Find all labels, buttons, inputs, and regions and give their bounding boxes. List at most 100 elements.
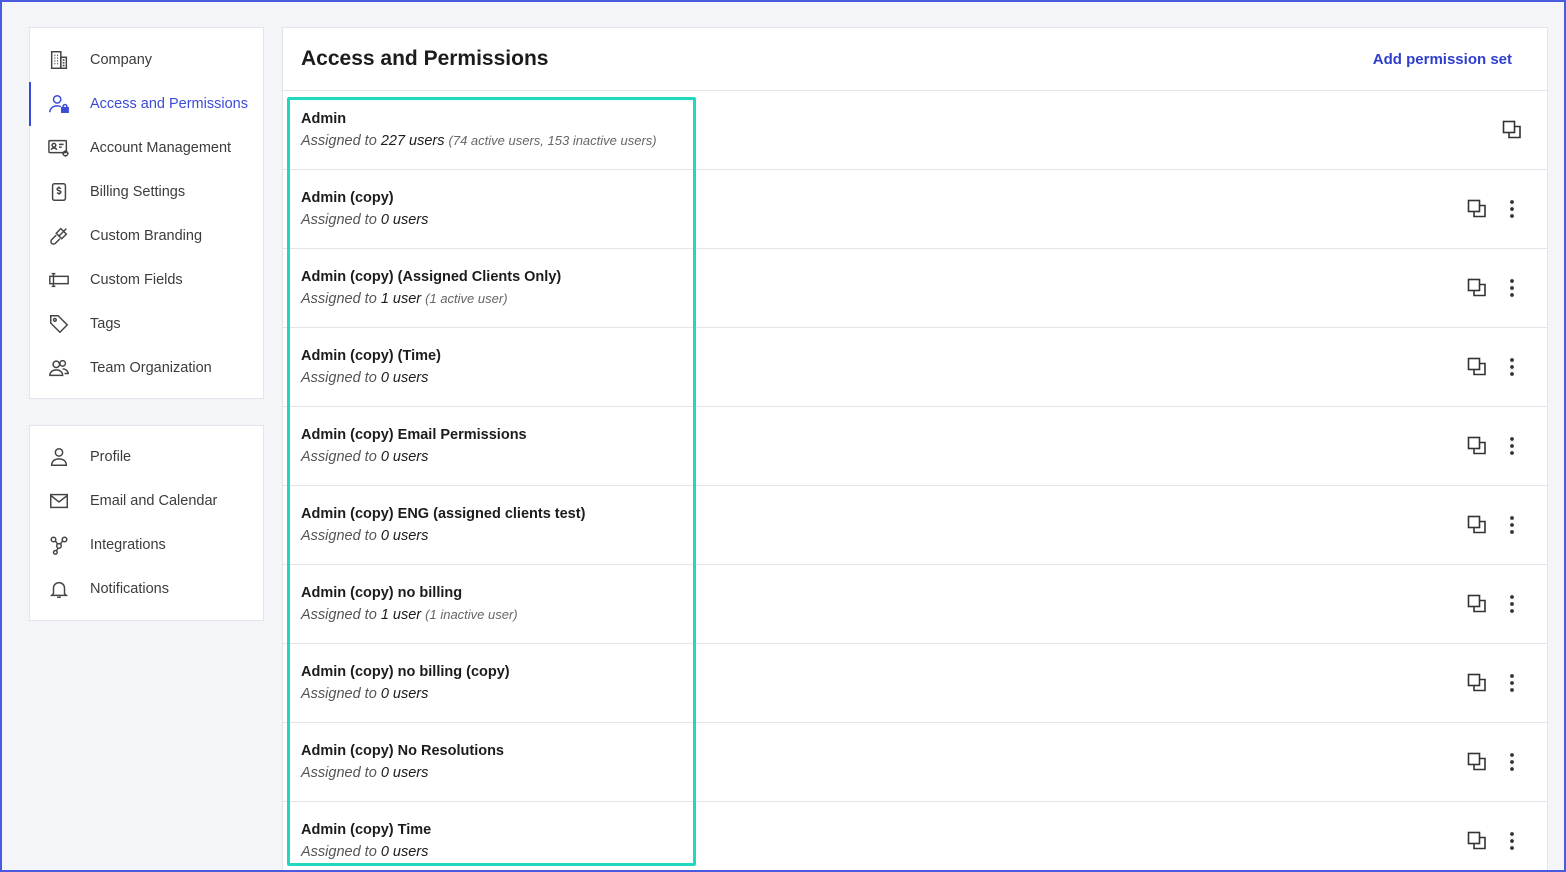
permission-set-name[interactable]: Admin (copy) No Resolutions <box>301 743 504 759</box>
assigned-count: 0 users <box>380 370 429 386</box>
assigned-prefix: Assigned to <box>301 765 377 781</box>
bell-icon <box>46 576 72 602</box>
duplicate-icon[interactable] <box>1466 751 1488 773</box>
assigned-detail: (74 active users, 153 inactive users) <box>448 133 657 148</box>
sidebar-item-profile[interactable]: Profile <box>30 435 263 479</box>
sidebar-item-label: Tags <box>90 316 121 332</box>
assigned-detail: (1 inactive user) <box>425 607 518 622</box>
sidebar-item-label: Custom Fields <box>90 272 183 288</box>
sidebar-item-team[interactable]: Team Organization <box>30 346 263 390</box>
permission-set-name[interactable]: Admin (copy) Email Permissions <box>301 427 527 443</box>
more-options-icon[interactable] <box>1501 751 1523 773</box>
sidebar-item-label: Notifications <box>90 581 169 597</box>
assigned-count: 1 user <box>380 607 422 623</box>
sidebar-item-tags[interactable]: Tags <box>30 302 263 346</box>
permission-set-info: Admin (copy) Assigned to 0 users <box>301 190 428 228</box>
user-lock-icon <box>46 91 72 117</box>
more-options-icon[interactable] <box>1501 672 1523 694</box>
permission-set-row[interactable]: Admin (copy) no billing (copy) Assigned t… <box>283 644 1547 723</box>
permission-set-name[interactable]: Admin (copy) no billing (copy) <box>301 664 510 680</box>
assigned-prefix: Assigned to <box>301 607 377 623</box>
permission-set-info: Admin Assigned to 227 users (74 active us… <box>301 111 657 149</box>
sidebar-item-account[interactable]: Account Management <box>30 126 263 170</box>
assigned-count: 0 users <box>380 212 429 228</box>
panel-header: Access and Permissions Add permission se… <box>283 28 1547 91</box>
assigned-prefix: Assigned to <box>301 686 377 702</box>
duplicate-icon[interactable] <box>1466 277 1488 299</box>
sidebar-item-branding[interactable]: Custom Branding <box>30 214 263 258</box>
permission-set-info: Admin (copy) ENG (assigned clients test)… <box>301 506 585 544</box>
permission-set-name[interactable]: Admin (copy) <box>301 190 428 206</box>
permission-set-row[interactable]: Admin (copy) Time Assigned to 0 users <box>283 802 1547 872</box>
assigned-count: 0 users <box>380 449 429 465</box>
permission-set-info: Admin (copy) Email Permissions Assigned t… <box>301 427 527 465</box>
duplicate-icon[interactable] <box>1501 119 1523 141</box>
permission-set-name[interactable]: Admin <box>301 111 657 127</box>
permission-set-row[interactable]: Admin (copy) (Assigned Clients Only) Assi… <box>283 249 1547 328</box>
permission-set-info: Admin (copy) (Time) Assigned to 0 users <box>301 348 441 386</box>
assigned-prefix: Assigned to <box>301 133 377 149</box>
assigned-users-text: Assigned to 0 users <box>301 844 431 860</box>
permission-set-row[interactable]: Admin (copy) No Resolutions Assigned to 0… <box>283 723 1547 802</box>
duplicate-icon[interactable] <box>1466 198 1488 220</box>
assigned-users-text: Assigned to 0 users <box>301 449 527 465</box>
id-card-gear-icon <box>46 135 72 161</box>
settings-nav-secondary: Profile Email and Calendar Integrations Not… <box>29 425 264 621</box>
assigned-prefix: Assigned to <box>301 449 377 465</box>
duplicate-icon[interactable] <box>1466 514 1488 536</box>
permission-set-name[interactable]: Admin (copy) Time <box>301 822 431 838</box>
permission-set-name[interactable]: Admin (copy) ENG (assigned clients test) <box>301 506 585 522</box>
sidebar-item-label: Access and Permissions <box>90 96 248 112</box>
permission-set-name[interactable]: Admin (copy) no billing <box>301 585 518 601</box>
permission-set-row[interactable]: Admin (copy) Email Permissions Assigned t… <box>283 407 1547 486</box>
duplicate-icon[interactable] <box>1466 830 1488 852</box>
more-options-icon[interactable] <box>1501 198 1523 220</box>
permission-set-row[interactable]: Admin (copy) (Time) Assigned to 0 users <box>283 328 1547 407</box>
permission-set-row[interactable]: Admin (copy) ENG (assigned clients test)… <box>283 486 1547 565</box>
more-options-icon[interactable] <box>1501 435 1523 457</box>
more-options-icon[interactable] <box>1501 830 1523 852</box>
assigned-users-text: Assigned to 0 users <box>301 370 441 386</box>
envelope-icon <box>46 488 72 514</box>
sidebar-item-billing[interactable]: Billing Settings <box>30 170 263 214</box>
sidebar-item-notifications[interactable]: Notifications <box>30 567 263 611</box>
more-options-icon[interactable] <box>1501 277 1523 299</box>
permission-set-name[interactable]: Admin (copy) (Assigned Clients Only) <box>301 269 561 285</box>
tag-icon <box>46 311 72 337</box>
sidebar-item-fields[interactable]: Custom Fields <box>30 258 263 302</box>
more-options-icon[interactable] <box>1501 356 1523 378</box>
sidebar-item-label: Integrations <box>90 537 166 553</box>
permissions-panel: Access and Permissions Add permission se… <box>282 27 1548 872</box>
duplicate-icon[interactable] <box>1466 672 1488 694</box>
assigned-prefix: Assigned to <box>301 528 377 544</box>
permission-set-info: Admin (copy) no billing Assigned to 1 use… <box>301 585 518 623</box>
sidebar-item-integrations[interactable]: Integrations <box>30 523 263 567</box>
assigned-prefix: Assigned to <box>301 291 377 307</box>
sidebar-item-access[interactable]: Access and Permissions <box>29 82 263 126</box>
assigned-count: 227 users <box>380 133 445 149</box>
permission-set-row[interactable]: Admin Assigned to 227 users (74 active us… <box>283 91 1547 170</box>
assigned-users-text: Assigned to 1 user (1 inactive user) <box>301 607 518 623</box>
assigned-users-text: Assigned to 227 users (74 active users, … <box>301 133 657 149</box>
permission-set-row[interactable]: Admin (copy) no billing Assigned to 1 use… <box>283 565 1547 644</box>
more-options-icon[interactable] <box>1501 514 1523 536</box>
sidebar-item-label: Company <box>90 52 153 68</box>
duplicate-icon[interactable] <box>1466 435 1488 457</box>
more-options-icon[interactable] <box>1501 593 1523 615</box>
duplicate-icon[interactable] <box>1466 593 1488 615</box>
sidebar-item-email[interactable]: Email and Calendar <box>30 479 263 523</box>
sidebar-item-label: Team Organization <box>90 360 212 376</box>
sidebar-item-label: Email and Calendar <box>90 493 218 509</box>
sidebar-item-company[interactable]: Company <box>30 38 263 82</box>
add-permission-set-button[interactable]: Add permission set <box>1373 51 1512 68</box>
settings-nav-primary: Company Access and Permissions Account Man… <box>29 27 264 399</box>
permission-set-row[interactable]: Admin (copy) Assigned to 0 users <box>283 170 1547 249</box>
assigned-count: 0 users <box>380 765 429 781</box>
brush-icon <box>46 223 72 249</box>
users-icon <box>46 355 72 381</box>
duplicate-icon[interactable] <box>1466 356 1488 378</box>
permission-set-name[interactable]: Admin (copy) (Time) <box>301 348 441 364</box>
sidebar-item-label: Billing Settings <box>90 184 186 200</box>
permission-set-info: Admin (copy) no billing (copy) Assigned t… <box>301 664 510 702</box>
permission-set-info: Admin (copy) Time Assigned to 0 users <box>301 822 431 860</box>
